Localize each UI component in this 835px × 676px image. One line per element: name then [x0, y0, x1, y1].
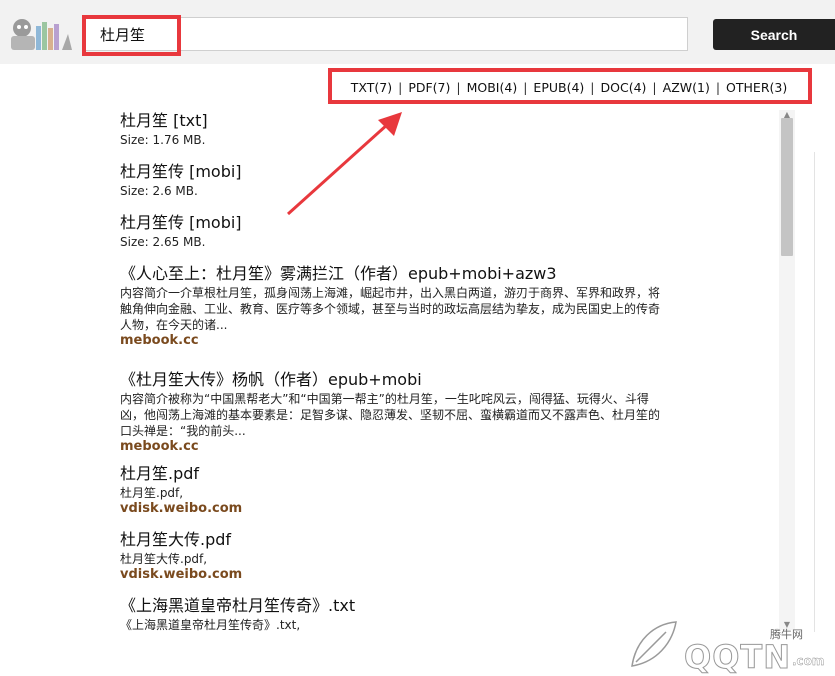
result-title[interactable]: 杜月笙大传.pdf — [120, 529, 720, 551]
result-source-link[interactable]: vdisk.weibo.com — [120, 567, 720, 583]
search-button[interactable]: Search — [713, 19, 835, 50]
filter-pdf[interactable]: PDF(7) — [408, 80, 450, 95]
filter-separator: | — [715, 79, 721, 95]
filter-doc[interactable]: DOC(4) — [601, 80, 647, 95]
result-item: 杜月笙.pdf 杜月笙.pdf, vdisk.weibo.com — [120, 463, 720, 529]
search-input[interactable] — [82, 17, 688, 51]
filter-epub[interactable]: EPUB(4) — [533, 80, 584, 95]
results-list: 杜月笙 [txt] Size: 1.76 MB. 杜月笙传 [mobi] Siz… — [120, 110, 720, 635]
result-size: Size: 2.65 MB. — [120, 235, 206, 249]
result-size: Size: 1.76 MB. — [120, 133, 206, 147]
watermark-suffix: .com — [792, 654, 825, 668]
result-item: 杜月笙传 [mobi] Size: 2.6 MB. — [120, 161, 720, 212]
result-item: 杜月笙 [txt] Size: 1.76 MB. — [120, 110, 720, 161]
result-item: 《人心至上：杜月笙》雾满拦江（作者）epub+mobi+azw3 内容简介一介草… — [120, 263, 720, 369]
result-item: 杜月笙传 [mobi] Size: 2.65 MB. — [120, 212, 720, 263]
panel-divider — [814, 152, 815, 632]
filter-separator: | — [398, 79, 403, 95]
watermark-leaf-icon — [631, 621, 677, 667]
result-title[interactable]: 杜月笙传 [mobi] — [120, 212, 720, 234]
filter-txt[interactable]: TXT(7) — [351, 80, 392, 95]
result-title[interactable]: 《杜月笙大传》杨帆（作者）epub+mobi — [120, 369, 720, 391]
result-title[interactable]: 《人心至上：杜月笙》雾满拦江（作者）epub+mobi+azw3 — [120, 263, 720, 285]
result-source-link[interactable]: mebook.cc — [120, 439, 720, 455]
results-scrollbar[interactable]: ▲ ▼ — [779, 110, 795, 630]
result-description: 凶，他闯荡上海滩的基本要素是：足智多谋、隐忍薄发、坚韧不屈、蛮横霸道而又不露声色… — [120, 408, 661, 422]
result-title[interactable]: 杜月笙 [txt] — [120, 110, 720, 132]
result-description: 内容简介被称为“中国黑帮老大”和“中国第一帮主”的杜月笙，一生叱咤风云，闯得猛、… — [120, 392, 649, 406]
site-logo-icon[interactable] — [8, 14, 74, 54]
result-title[interactable]: 杜月笙.pdf — [120, 463, 720, 485]
result-description: 杜月笙大传.pdf, — [120, 552, 208, 566]
result-source-link[interactable]: mebook.cc — [120, 333, 720, 349]
format-filter-bar: TXT(7) | PDF(7) | MOBI(4) | EPUB(4) | DO… — [330, 70, 808, 104]
result-title[interactable]: 《上海黑道皇帝杜月笙传奇》.txt — [120, 595, 720, 617]
filter-separator: | — [590, 79, 595, 95]
filter-separator: | — [523, 79, 528, 95]
filter-separator: | — [456, 79, 461, 95]
filter-mobi[interactable]: MOBI(4) — [467, 80, 518, 95]
result-description: 口头禅是：“我的前头... — [120, 424, 246, 438]
result-description: 杜月笙.pdf, — [120, 486, 184, 500]
result-source-link[interactable]: vdisk.weibo.com — [120, 501, 720, 517]
result-item: 杜月笙大传.pdf 杜月笙大传.pdf, vdisk.weibo.com — [120, 529, 720, 595]
result-title[interactable]: 杜月笙传 [mobi] — [120, 161, 720, 183]
watermark-logo: QQTN — [683, 638, 792, 676]
result-description: 触角伸向金融、工业、教育、医疗等多个领域，甚至与当时的政坛高层结为挚友，成为民国… — [120, 302, 661, 316]
result-size: Size: 2.6 MB. — [120, 184, 198, 198]
scroll-thumb[interactable] — [781, 118, 793, 256]
result-description: 人物，在今天的诸... — [120, 318, 228, 332]
result-description: 内容简介一介草根杜月笙，孤身闯荡上海滩，崛起市井，出入黑白两道，游刃于商界、军界… — [120, 286, 661, 300]
filter-separator: | — [652, 79, 657, 95]
result-item: 《杜月笙大传》杨帆（作者）epub+mobi 内容简介被称为“中国黑帮老大”和“… — [120, 369, 720, 463]
filter-other[interactable]: OTHER(3) — [726, 80, 787, 95]
filter-azw[interactable]: AZW(1) — [663, 80, 710, 95]
